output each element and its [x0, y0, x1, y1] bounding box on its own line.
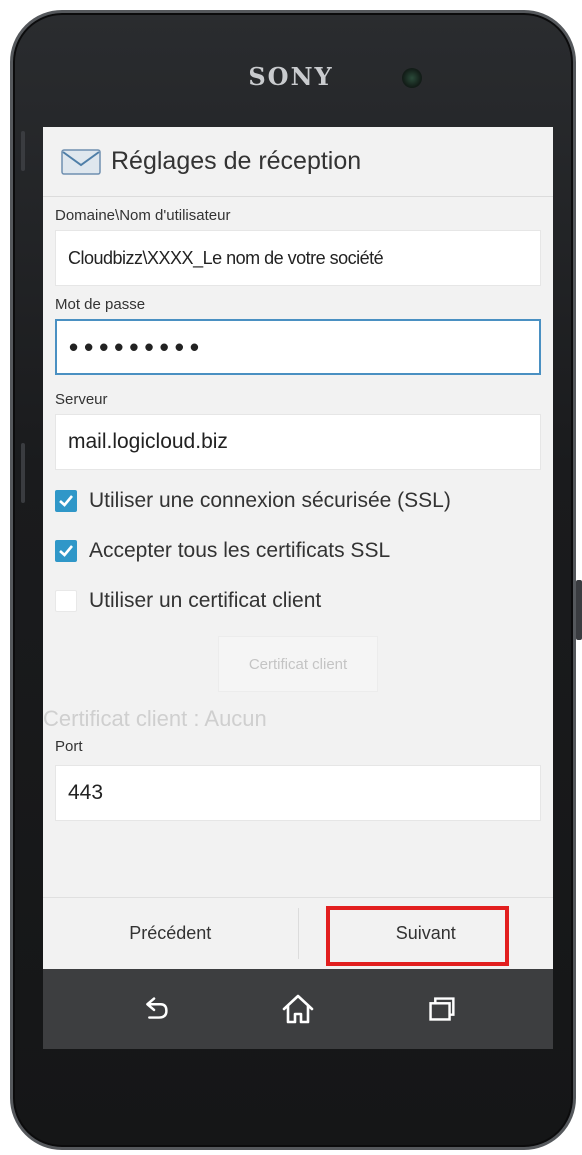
- checkbox-checked[interactable]: [55, 490, 77, 512]
- client-cert-option-label: Utiliser un certificat client: [89, 589, 322, 612]
- page-title: Réglages de réception: [111, 147, 362, 175]
- check-icon: [59, 495, 73, 507]
- accept-certs-label: Accepter tous les certificats SSL: [89, 539, 391, 562]
- client-cert-button-wrap: Certificat client: [55, 626, 541, 692]
- home-icon[interactable]: [278, 989, 318, 1029]
- username-field[interactable]: Cloudbizz\XXXX_Le nom de votre société: [55, 230, 541, 286]
- password-field[interactable]: •••••••••: [55, 319, 541, 375]
- front-camera: [402, 68, 422, 88]
- client-cert-button[interactable]: Certificat client: [218, 636, 378, 692]
- side-button: [21, 131, 25, 171]
- server-label: Serveur: [55, 391, 108, 408]
- previous-button[interactable]: Précédent: [43, 898, 298, 969]
- checkbox-checked[interactable]: [55, 540, 77, 562]
- port-label: Port: [55, 738, 83, 755]
- next-button-highlight: [326, 906, 509, 966]
- screen: Réglages de réception Domaine\Nom d'util…: [43, 127, 553, 1049]
- port-field[interactable]: 443: [55, 765, 541, 821]
- side-button: [576, 580, 582, 640]
- ssl-option[interactable]: Utiliser une connexion sécurisée (SSL): [55, 476, 541, 526]
- client-cert-status: Certificat client : Aucun: [43, 706, 267, 731]
- side-button: [21, 443, 25, 503]
- accept-certs-option[interactable]: Accepter tous les certificats SSL: [55, 526, 541, 576]
- username-label: Domaine\Nom d'utilisateur: [55, 207, 231, 224]
- server-field[interactable]: mail.logicloud.biz: [55, 414, 541, 470]
- check-icon: [59, 545, 73, 557]
- password-label: Mot de passe: [55, 296, 146, 313]
- brand-logo: SONY: [248, 62, 334, 91]
- client-cert-option[interactable]: Utiliser un certificat client: [55, 576, 541, 626]
- back-icon[interactable]: [135, 989, 175, 1029]
- system-navbar: [43, 969, 553, 1049]
- settings-form: Domaine\Nom d'utilisateur Cloudbizz\XXXX…: [43, 197, 553, 821]
- ssl-option-label: Utiliser une connexion sécurisée (SSL): [89, 489, 451, 512]
- app-header: Réglages de réception: [43, 127, 553, 197]
- checkbox-unchecked[interactable]: [55, 590, 77, 612]
- recent-apps-icon[interactable]: [421, 989, 461, 1029]
- mail-icon: [61, 148, 101, 175]
